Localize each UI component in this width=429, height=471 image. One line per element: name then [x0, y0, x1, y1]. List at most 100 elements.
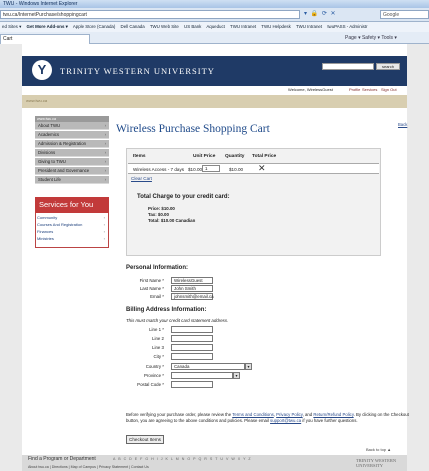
chevron-right-icon: › [103, 215, 105, 220]
line2-label: Line 2 [152, 336, 164, 341]
clear-cart-link[interactable]: Clear Cart [131, 176, 152, 181]
favorite-link[interactable]: Aqueduct [206, 24, 225, 29]
chevron-right-icon: › [103, 229, 105, 234]
sidebar-item-label: Admission & Registration [38, 141, 87, 146]
province-select[interactable] [171, 372, 233, 379]
policy-text-part: , and [302, 412, 314, 417]
line3-field[interactable] [171, 344, 213, 351]
chevron-right-icon: › [104, 141, 106, 146]
breadcrumb[interactable]: www.twu.ca [26, 98, 47, 103]
checkout-button[interactable]: Checkout Items [126, 435, 164, 444]
address-bar-row: twu.ca/InternetPurchase/shoppingcart ▾ 🔒… [0, 8, 429, 22]
sidebar-item-admission[interactable]: Admission & Registration › [35, 140, 109, 148]
cart-item-unit-price: $10.00 [188, 167, 203, 172]
footer-alphabet-links[interactable]: A B C D E F G H I J K L M N O P Q R S T … [113, 457, 252, 461]
signout-link[interactable]: Sign Out [381, 86, 397, 94]
services-item-courses[interactable]: Courses And Registration › [37, 222, 107, 228]
charge-title: Total Charge to your credit card: [137, 194, 230, 200]
email-label: Email * [150, 294, 164, 299]
privacy-link[interactable]: Privacy Policy [276, 412, 302, 417]
university-logo-icon[interactable]: Y [32, 60, 52, 80]
favorite-link[interactable]: twuPASS - Administr [327, 24, 367, 29]
university-name[interactable]: TRINITY WESTERN UNIVERSITY [60, 66, 215, 76]
policy-text: Before verifying your purchase order, pl… [126, 412, 412, 424]
last-name-field[interactable]: John Smith [171, 285, 213, 292]
email-field[interactable]: johnsmith@email.ca [171, 293, 214, 300]
col-items: Items [133, 154, 146, 159]
profile-link[interactable]: Profile [349, 86, 360, 94]
sidebar-item-label: Divisions [38, 150, 56, 155]
billing-title: Billing Address Information: [126, 307, 207, 313]
refund-link[interactable]: Return/Refund Policy [313, 412, 353, 417]
browser-search-input[interactable]: Google [380, 10, 429, 19]
chevron-right-icon: › [104, 123, 106, 128]
chevron-down-icon[interactable]: ▾ [233, 372, 240, 379]
sidebar-item-about[interactable]: About TWU › [35, 122, 109, 130]
billing-note: This must match your credit card stateme… [126, 318, 229, 323]
sidebar-item-giving[interactable]: Giving to TWU › [35, 158, 109, 166]
refresh-stop-icons[interactable]: ▾ 🔒 ⟳ ✕ [304, 10, 376, 19]
footer-find-program: Find a Program or Department [28, 456, 96, 462]
site-search-button[interactable]: search [376, 63, 400, 70]
services-item-finances[interactable]: Finances › [37, 229, 107, 235]
remove-item-icon[interactable]: ✕ [258, 163, 266, 174]
footer-logo: TRINITY WESTERN UNIVERSITY [356, 458, 397, 468]
chevron-right-icon: › [104, 168, 106, 173]
favorite-link[interactable]: TWU Web Site [150, 24, 179, 29]
personal-info-title: Personal Information: [126, 265, 189, 271]
footer-about-links[interactable]: About twu.ca | Directions | Map of Campu… [28, 465, 149, 469]
cart-item-total: $10.00 [229, 167, 244, 172]
favorite-link[interactable]: TWU Intranet [296, 24, 322, 29]
country-select[interactable]: Canada [171, 363, 245, 370]
city-field[interactable] [171, 353, 213, 360]
line1-field[interactable] [171, 326, 213, 333]
favorite-link[interactable]: ed Sites ▾ [2, 24, 21, 29]
province-label: Province * [143, 373, 164, 378]
favorite-link[interactable]: Dell Canada [121, 24, 145, 29]
cart-table-header: Items Unit Price Quantity Total Price [131, 152, 376, 162]
services-item-community[interactable]: Community › [37, 215, 107, 221]
favorite-link[interactable]: TWU Intranet [230, 24, 256, 29]
quantity-input[interactable]: 1 [202, 165, 220, 172]
terms-link[interactable]: Terms and Conditions [232, 412, 274, 417]
favorite-link[interactable]: Apple Store (Canada) [73, 24, 115, 29]
sidebar-item-divisions[interactable]: Divisions › [35, 149, 109, 157]
services-item-ministries[interactable]: Ministries › [37, 236, 107, 242]
favorite-link[interactable]: US Bank [184, 24, 201, 29]
browser-title-bar: TWU - Windows Internet Explorer [0, 0, 429, 8]
chevron-right-icon: › [104, 177, 106, 182]
services-link[interactable]: Services [362, 86, 377, 94]
postal-code-field[interactable] [171, 381, 213, 388]
col-unit-price: Unit Price [193, 154, 216, 159]
chevron-down-icon[interactable]: ▾ [245, 363, 252, 370]
line2-field[interactable] [171, 335, 213, 342]
back-to-top-link[interactable]: Back to top ▲ [366, 447, 391, 452]
services-item-label: Ministries [37, 236, 54, 241]
chevron-right-icon: › [104, 132, 106, 137]
sidebar-item-president[interactable]: President and Governance › [35, 167, 109, 175]
chevron-right-icon: › [103, 236, 105, 241]
sidebar-item-label: Academics [38, 132, 60, 137]
charge-total: Total: $10.00 Canadian [148, 218, 196, 223]
tab-row: Cart Page ▾ Safety ▾ Tools ▾ [0, 32, 429, 44]
sidebar-item-student-life[interactable]: Student Life › [35, 176, 109, 184]
line3-label: Line 3 [152, 345, 164, 350]
browser-tools[interactable]: Page ▾ Safety ▾ Tools ▾ [345, 34, 429, 43]
first-name-field[interactable]: WirelessGuest [171, 277, 213, 284]
support-email-link[interactable]: support@twu.ca [270, 418, 301, 423]
browser-tab[interactable]: Cart [0, 34, 90, 44]
site-container [22, 44, 407, 471]
chevron-right-icon: › [104, 150, 106, 155]
cart-item-name: Wireless Access - 7 days [133, 167, 185, 172]
back-link[interactable]: Back [398, 122, 407, 127]
favorite-link[interactable]: Get More Add-ons ▾ [27, 24, 68, 29]
favorite-link[interactable]: TWU Helpdesk [261, 24, 291, 29]
table-row: Wireless Access - 7 days $10.00 $10.00 [128, 163, 379, 174]
policy-text-part: Before verifying your purchase order, pl… [126, 412, 233, 417]
site-search-input[interactable] [322, 63, 374, 70]
services-item-label: Finances [37, 229, 54, 234]
policy-text-part: if you have further questions. [301, 418, 358, 423]
address-input[interactable]: twu.ca/InternetPurchase/shoppingcart [0, 10, 300, 19]
last-name-label: Last Name * [139, 286, 164, 291]
sidebar-item-academics[interactable]: Academics › [35, 131, 109, 139]
